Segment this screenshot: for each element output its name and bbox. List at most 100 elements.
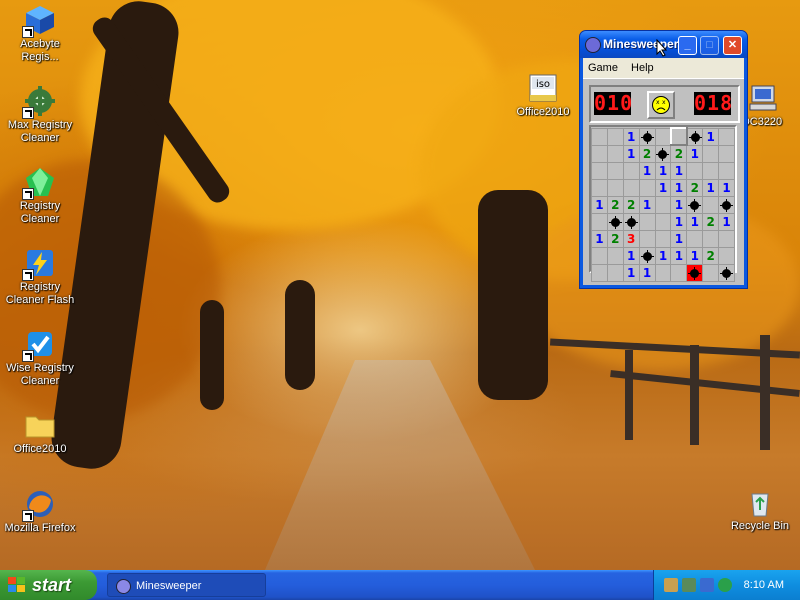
number-cell[interactable]: 1 [686, 247, 704, 265]
number-cell[interactable]: 2 [702, 213, 720, 231]
number-cell[interactable]: 3 [622, 230, 640, 248]
empty-cell[interactable] [654, 196, 672, 214]
number-cell[interactable]: 1 [654, 179, 672, 197]
number-cell[interactable]: 1 [670, 213, 688, 231]
number-cell[interactable]: 2 [622, 196, 640, 214]
mine-field[interactable]: 1112211111121112211112112311111211 [589, 125, 737, 282]
number-cell[interactable]: 2 [670, 144, 688, 163]
number-cell[interactable]: 1 [686, 144, 704, 163]
number-cell[interactable]: 1 [638, 196, 656, 214]
empty-cell[interactable] [702, 264, 720, 282]
desktop-icon-acebyte[interactable]: Acebyte Regis... [0, 4, 80, 64]
empty-cell[interactable] [702, 196, 720, 214]
desktop-icon-max-registry[interactable]: Max Registry Cleaner [0, 85, 80, 145]
number-cell[interactable]: 1 [622, 247, 640, 265]
number-cell[interactable]: 1 [670, 247, 688, 265]
number-cell[interactable]: 1 [591, 196, 608, 214]
mine-cell[interactable] [606, 213, 624, 231]
empty-cell[interactable] [622, 162, 640, 180]
empty-cell[interactable] [606, 162, 624, 180]
desktop-icon-firefox[interactable]: Mozilla Firefox [0, 488, 80, 535]
empty-cell[interactable] [702, 230, 720, 248]
number-cell[interactable]: 1 [718, 179, 735, 197]
smiley-face-button[interactable]: xx [647, 91, 675, 119]
menu-game[interactable]: Game [583, 62, 623, 74]
empty-cell[interactable] [591, 247, 608, 265]
empty-cell[interactable] [606, 144, 624, 163]
desktop-icon-registry-cleaner[interactable]: Registry Cleaner [0, 166, 80, 226]
gear-tray-icon[interactable] [718, 578, 732, 592]
number-cell[interactable]: 1 [622, 144, 640, 163]
empty-cell[interactable] [591, 213, 608, 231]
start-button[interactable]: start [0, 570, 97, 600]
computer-tray-icon[interactable] [682, 578, 696, 592]
title-bar[interactable]: Minesweeper _ □ ✕ [580, 31, 747, 58]
empty-cell[interactable] [718, 127, 735, 146]
empty-cell[interactable] [638, 213, 656, 231]
network-tray-icon[interactable] [700, 578, 714, 592]
menu-help[interactable]: Help [626, 62, 659, 74]
mine-grid[interactable]: 1112211111121112211112112311111211 [591, 127, 735, 282]
desktop-icon-office2010-iso[interactable]: iso Office2010 [503, 72, 583, 119]
empty-cell[interactable] [654, 127, 672, 146]
empty-cell[interactable] [686, 230, 704, 248]
number-cell[interactable]: 1 [591, 230, 608, 248]
empty-cell[interactable] [591, 162, 608, 180]
number-cell[interactable]: 1 [686, 213, 704, 231]
mine-cell[interactable] [638, 127, 656, 146]
registry-tray-icon[interactable] [664, 578, 678, 592]
number-cell[interactable]: 2 [638, 144, 656, 163]
empty-cell[interactable] [606, 264, 624, 282]
empty-cell[interactable] [591, 179, 608, 197]
number-cell[interactable]: 1 [622, 264, 640, 282]
mine-cell[interactable] [686, 127, 704, 146]
empty-cell[interactable] [702, 162, 720, 180]
desktop-icon-recycle-bin[interactable]: Recycle Bin [720, 486, 800, 533]
number-cell[interactable]: 1 [654, 162, 672, 180]
number-cell[interactable]: 2 [686, 179, 704, 197]
number-cell[interactable]: 1 [702, 179, 720, 197]
minesweeper-window[interactable]: Minesweeper _ □ ✕ Game Help 010 xx 018 1… [579, 30, 748, 289]
hidden-cell[interactable] [669, 127, 688, 146]
number-cell[interactable]: 2 [606, 230, 624, 248]
number-cell[interactable]: 2 [702, 247, 720, 265]
empty-cell[interactable] [718, 247, 735, 265]
mine-cell[interactable] [622, 213, 640, 231]
empty-cell[interactable] [638, 230, 656, 248]
empty-cell[interactable] [670, 264, 688, 282]
empty-cell[interactable] [622, 179, 640, 197]
number-cell[interactable]: 1 [670, 179, 688, 197]
maximize-button[interactable]: □ [700, 36, 719, 55]
number-cell[interactable]: 1 [670, 162, 688, 180]
empty-cell[interactable] [591, 144, 608, 163]
desktop-icon-office2010-folder[interactable]: Office2010 [0, 409, 80, 456]
empty-cell[interactable] [702, 144, 720, 163]
empty-cell[interactable] [606, 127, 624, 146]
number-cell[interactable]: 1 [654, 247, 672, 265]
empty-cell[interactable] [606, 179, 624, 197]
empty-cell[interactable] [654, 264, 672, 282]
number-cell[interactable]: 1 [702, 127, 720, 146]
empty-cell[interactable] [718, 162, 735, 180]
mine-cell[interactable] [718, 264, 735, 282]
number-cell[interactable]: 1 [638, 162, 656, 180]
empty-cell[interactable] [591, 127, 608, 146]
empty-cell[interactable] [606, 247, 624, 265]
mine-cell[interactable] [686, 196, 704, 214]
close-button[interactable]: ✕ [723, 36, 742, 55]
number-cell[interactable]: 1 [670, 196, 688, 214]
number-cell[interactable]: 2 [606, 196, 624, 214]
empty-cell[interactable] [718, 230, 735, 248]
minimize-button[interactable]: _ [678, 36, 697, 55]
exploded-mine-cell[interactable] [686, 264, 704, 282]
number-cell[interactable]: 1 [670, 230, 688, 248]
mine-cell[interactable] [638, 247, 656, 265]
empty-cell[interactable] [686, 162, 704, 180]
desktop-icon-wise-registry[interactable]: Wise Registry Cleaner [0, 328, 80, 388]
mine-cell[interactable] [654, 144, 672, 163]
taskbar-button-minesweeper[interactable]: Minesweeper [107, 573, 266, 597]
desktop-icon-registry-cleaner-flash[interactable]: Registry Cleaner Flash [0, 247, 80, 307]
number-cell[interactable]: 1 [718, 213, 735, 231]
number-cell[interactable]: 1 [638, 264, 656, 282]
empty-cell[interactable] [591, 264, 608, 282]
